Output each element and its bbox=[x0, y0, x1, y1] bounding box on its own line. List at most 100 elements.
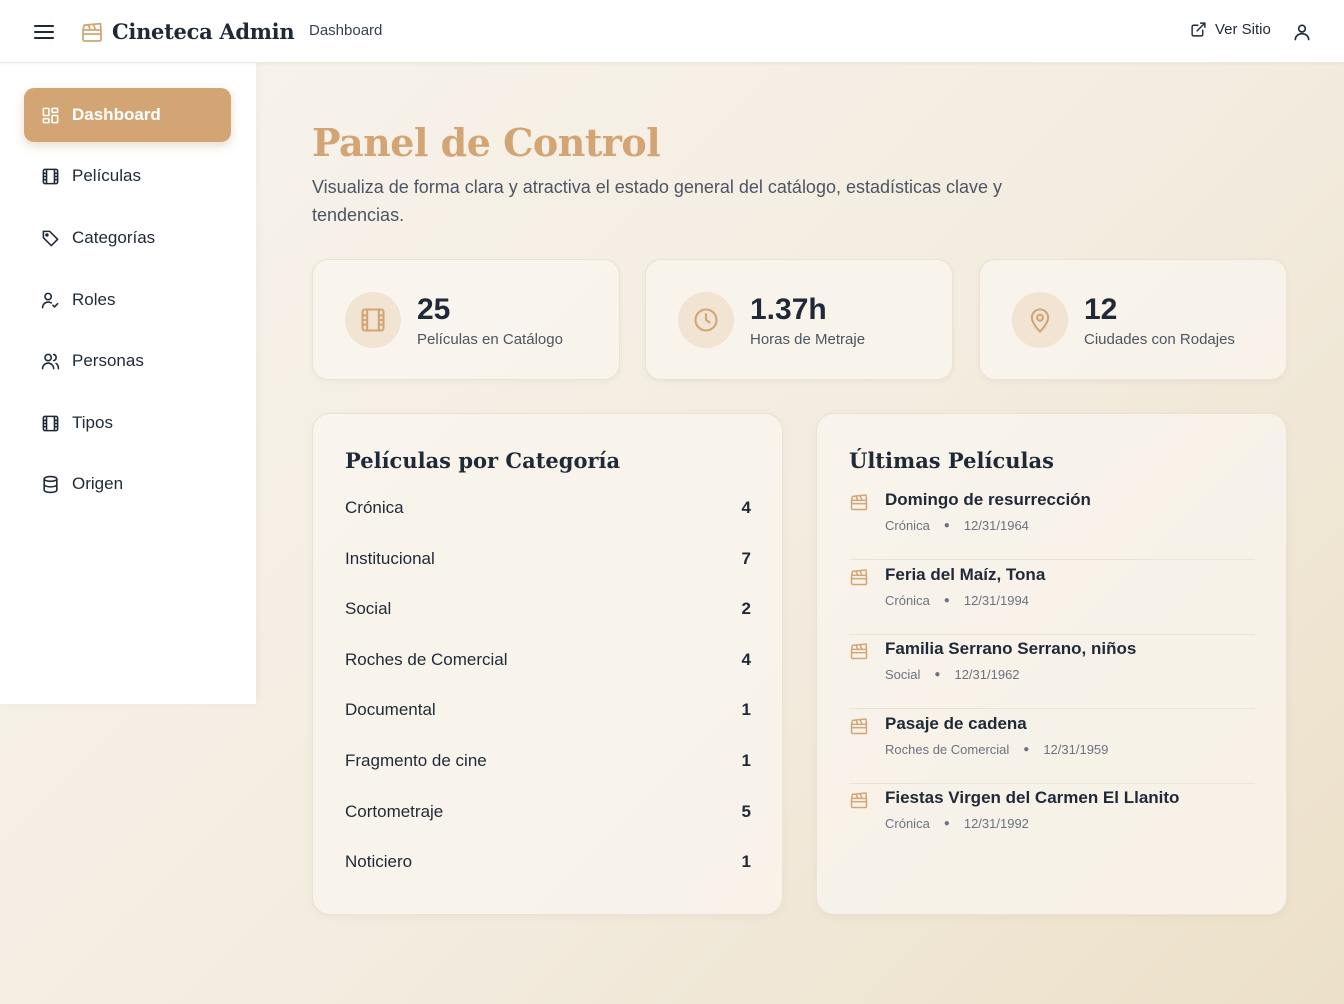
users-icon bbox=[40, 351, 60, 371]
app-title: Cineteca Admin bbox=[112, 19, 295, 44]
clapperboard-icon bbox=[849, 716, 869, 736]
category-row: Institucional 7 bbox=[345, 547, 751, 571]
sidebar-item-label: Tipos bbox=[72, 413, 113, 432]
film-category: Crónica bbox=[885, 593, 930, 608]
clapperboard-icon bbox=[80, 20, 104, 44]
film-category: Crónica bbox=[885, 518, 930, 533]
list-item[interactable]: Domingo de resurrección Crónica ● 12/31/… bbox=[849, 490, 1255, 560]
page-title: Panel de Control bbox=[312, 120, 661, 165]
stat-card-hours: 1.37h Horas de Metraje bbox=[645, 259, 953, 380]
category-count: 1 bbox=[741, 700, 751, 719]
brand[interactable]: Cineteca Admin bbox=[80, 19, 295, 44]
film-title: Domingo de resurrección bbox=[885, 490, 1091, 509]
film-icon bbox=[345, 292, 401, 348]
categories-panel: Películas por Categoría Crónica 4 Instit… bbox=[312, 413, 783, 915]
stat-value: 12 bbox=[1084, 293, 1118, 326]
sidebar-item-label: Categorías bbox=[72, 228, 156, 247]
film-meta: Crónica ● 12/31/1992 bbox=[885, 816, 1029, 831]
stat-label: Películas en Catálogo bbox=[417, 331, 563, 348]
sidebar-item-personas[interactable]: Personas bbox=[24, 334, 231, 388]
category-name: Roches de Comercial bbox=[345, 650, 508, 669]
stat-card-cities: 12 Ciudades con Rodajes bbox=[979, 259, 1287, 380]
breadcrumb: Dashboard bbox=[309, 22, 383, 39]
stat-label: Horas de Metraje bbox=[750, 331, 866, 348]
film-date: 12/31/1964 bbox=[963, 518, 1029, 533]
sidebar-item-origen[interactable]: Origen bbox=[24, 457, 231, 511]
category-row: Fragmento de cine 1 bbox=[345, 749, 751, 773]
sidebar-item-label: Personas bbox=[72, 351, 144, 370]
separator-dot: ● bbox=[1023, 744, 1030, 755]
category-row: Documental 1 bbox=[345, 698, 751, 722]
stat-value: 1.37h bbox=[750, 293, 827, 326]
stat-label: Ciudades con Rodajes bbox=[1084, 331, 1235, 348]
list-item[interactable]: Feria del Maíz, Tona Crónica ● 12/31/199… bbox=[849, 565, 1255, 635]
database-icon bbox=[40, 474, 60, 494]
category-count: 4 bbox=[741, 498, 751, 517]
film-icon bbox=[40, 413, 60, 433]
separator-dot: ● bbox=[943, 520, 950, 531]
latest-films-panel: Últimas Películas Domingo de resurrecció… bbox=[816, 413, 1287, 915]
film-meta: Social ● 12/31/1962 bbox=[885, 667, 1020, 682]
category-count: 2 bbox=[741, 599, 751, 618]
user-icon[interactable] bbox=[1290, 20, 1314, 44]
film-meta: Crónica ● 12/31/1964 bbox=[885, 518, 1029, 533]
sidebar-item-label: Roles bbox=[72, 290, 116, 309]
film-title: Fiestas Virgen del Carmen El Llanito bbox=[885, 788, 1180, 807]
category-name: Crónica bbox=[345, 498, 404, 517]
list-item[interactable]: Fiestas Virgen del Carmen El Llanito Cró… bbox=[849, 788, 1255, 858]
panel-title: Últimas Películas bbox=[849, 448, 1054, 473]
sidebar-item-dashboard[interactable]: Dashboard bbox=[24, 88, 231, 142]
user-check-icon bbox=[40, 290, 60, 310]
clapperboard-icon bbox=[849, 492, 869, 512]
category-name: Documental bbox=[345, 700, 436, 719]
film-category: Social bbox=[885, 667, 921, 682]
film-category: Roches de Comercial bbox=[885, 742, 1010, 757]
sidebar-item-roles[interactable]: Roles bbox=[24, 273, 231, 327]
sidebar: Dashboard Películas Categorías Roles Per… bbox=[0, 63, 256, 704]
category-name: Institucional bbox=[345, 549, 435, 568]
clapperboard-icon bbox=[849, 790, 869, 810]
stat-card-films: 25 Películas en Catálogo bbox=[312, 259, 620, 380]
category-row: Noticiero 1 bbox=[345, 850, 751, 874]
category-count: 7 bbox=[741, 549, 751, 568]
sidebar-item-label: Películas bbox=[72, 166, 141, 185]
stat-value: 25 bbox=[417, 293, 451, 326]
film-date: 12/31/1994 bbox=[963, 593, 1029, 608]
film-date: 12/31/1992 bbox=[963, 816, 1029, 831]
film-icon bbox=[40, 166, 60, 186]
category-row: Crónica 4 bbox=[345, 496, 751, 520]
category-count: 1 bbox=[741, 751, 751, 770]
page-subtitle: Visualiza de forma clara y atractiva el … bbox=[312, 177, 1003, 225]
sidebar-item-categorias[interactable]: Categorías bbox=[24, 211, 231, 265]
clapperboard-icon bbox=[849, 567, 869, 587]
separator-dot: ● bbox=[943, 818, 950, 829]
view-site-link[interactable]: Ver Sitio bbox=[1190, 21, 1271, 38]
panel-title: Películas por Categoría bbox=[345, 448, 621, 473]
dashboard-grid-icon bbox=[40, 105, 60, 125]
sidebar-item-label: Dashboard bbox=[72, 105, 161, 124]
category-row: Roches de Comercial 4 bbox=[345, 648, 751, 672]
map-pin-icon bbox=[1012, 292, 1068, 348]
clock-icon bbox=[678, 292, 734, 348]
category-row: Cortometraje 5 bbox=[345, 800, 751, 824]
list-item[interactable]: Pasaje de cadena Roches de Comercial ● 1… bbox=[849, 714, 1255, 784]
sidebar-item-peliculas[interactable]: Películas bbox=[24, 149, 231, 203]
hamburger-menu-icon[interactable] bbox=[30, 19, 58, 45]
film-title: Pasaje de cadena bbox=[885, 714, 1027, 733]
film-date: 12/31/1962 bbox=[954, 667, 1020, 682]
category-name: Cortometraje bbox=[345, 802, 444, 821]
category-name: Noticiero bbox=[345, 852, 413, 871]
list-item[interactable]: Familia Serrano Serrano, niños Social ● … bbox=[849, 639, 1255, 709]
film-category: Crónica bbox=[885, 816, 930, 831]
tag-icon bbox=[40, 228, 60, 248]
film-title: Familia Serrano Serrano, niños bbox=[885, 639, 1137, 658]
external-link-icon bbox=[1191, 22, 1206, 37]
film-meta: Roches de Comercial ● 12/31/1959 bbox=[885, 742, 1108, 757]
category-count: 5 bbox=[741, 802, 751, 821]
sidebar-item-label: Origen bbox=[72, 474, 124, 493]
category-count: 4 bbox=[741, 650, 751, 669]
separator-dot: ● bbox=[943, 595, 950, 606]
category-row: Social 2 bbox=[345, 597, 751, 621]
category-name: Fragmento de cine bbox=[345, 751, 487, 770]
sidebar-item-tipos[interactable]: Tipos bbox=[24, 396, 231, 450]
